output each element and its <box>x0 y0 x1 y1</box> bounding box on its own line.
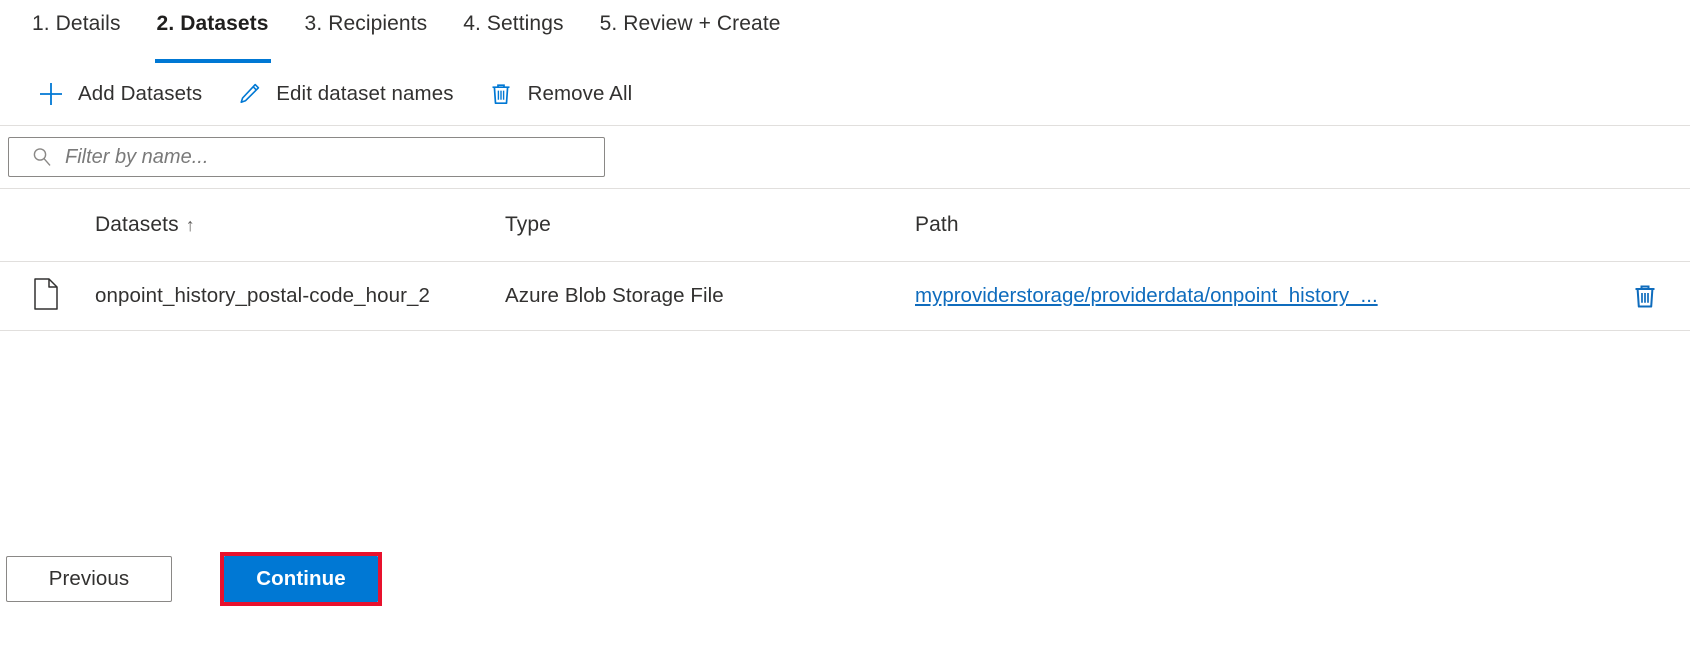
previous-button[interactable]: Previous <box>6 556 172 602</box>
filter-row <box>0 126 1690 188</box>
tab-details[interactable]: 1. Details <box>14 0 139 63</box>
dataset-type: Azure Blob Storage File <box>505 284 724 307</box>
table-header-row: Datasets ↑ Type Path <box>0 189 1690 261</box>
datasets-table: Datasets ↑ Type Path onpoint_history_post… <box>0 189 1690 331</box>
header-path[interactable]: Path <box>915 213 1600 237</box>
dataset-type-cell: Azure Blob Storage File <box>505 284 915 308</box>
add-datasets-button[interactable]: Add Datasets <box>30 72 216 116</box>
row-action-cell <box>1600 276 1690 316</box>
delete-dataset-button[interactable] <box>1626 276 1664 316</box>
filter-input[interactable] <box>63 145 594 170</box>
table-row[interactable]: onpoint_history_postal-code_hour_2 Azure… <box>0 262 1690 330</box>
search-icon <box>31 146 53 168</box>
file-icon-cell <box>0 278 95 315</box>
dataset-name-cell: onpoint_history_postal-code_hour_2 <box>95 284 505 308</box>
filter-box[interactable] <box>8 137 605 177</box>
trash-icon <box>1632 282 1658 310</box>
pencil-icon <box>234 79 264 109</box>
wizard-footer: Previous Continue <box>0 552 1690 608</box>
edit-dataset-names-button[interactable]: Edit dataset names <box>228 72 467 116</box>
add-datasets-label: Add Datasets <box>78 82 202 106</box>
divider-below-row <box>0 330 1690 331</box>
trash-icon <box>486 79 516 109</box>
command-bar: Add Datasets Edit dataset names Remove A… <box>0 63 1690 125</box>
tab-review-create[interactable]: 5. Review + Create <box>582 0 799 63</box>
dataset-path-cell: myproviderstorage/providerdata/onpoint_h… <box>915 284 1600 308</box>
header-datasets-label: Datasets <box>95 213 179 236</box>
wizard-tab-bar: 1. Details 2. Datasets 3. Recipients 4. … <box>0 0 1690 63</box>
remove-all-label: Remove All <box>528 82 633 106</box>
remove-all-button[interactable]: Remove All <box>480 72 647 116</box>
dataset-path-link[interactable]: myproviderstorage/providerdata/onpoint_h… <box>915 284 1600 308</box>
sort-ascending-icon: ↑ <box>186 215 195 235</box>
edit-dataset-names-label: Edit dataset names <box>276 82 453 106</box>
dataset-name: onpoint_history_postal-code_hour_2 <box>95 284 430 307</box>
header-type[interactable]: Type <box>505 213 915 237</box>
continue-highlight-box: Continue <box>220 552 382 606</box>
tab-settings[interactable]: 4. Settings <box>445 0 581 63</box>
plus-icon <box>36 79 66 109</box>
header-type-label: Type <box>505 213 551 236</box>
continue-button[interactable]: Continue <box>224 556 378 602</box>
tab-datasets[interactable]: 2. Datasets <box>139 0 287 63</box>
header-datasets[interactable]: Datasets ↑ <box>95 213 505 237</box>
tab-recipients[interactable]: 3. Recipients <box>287 0 446 63</box>
file-icon <box>33 278 59 315</box>
header-path-label: Path <box>915 213 959 236</box>
